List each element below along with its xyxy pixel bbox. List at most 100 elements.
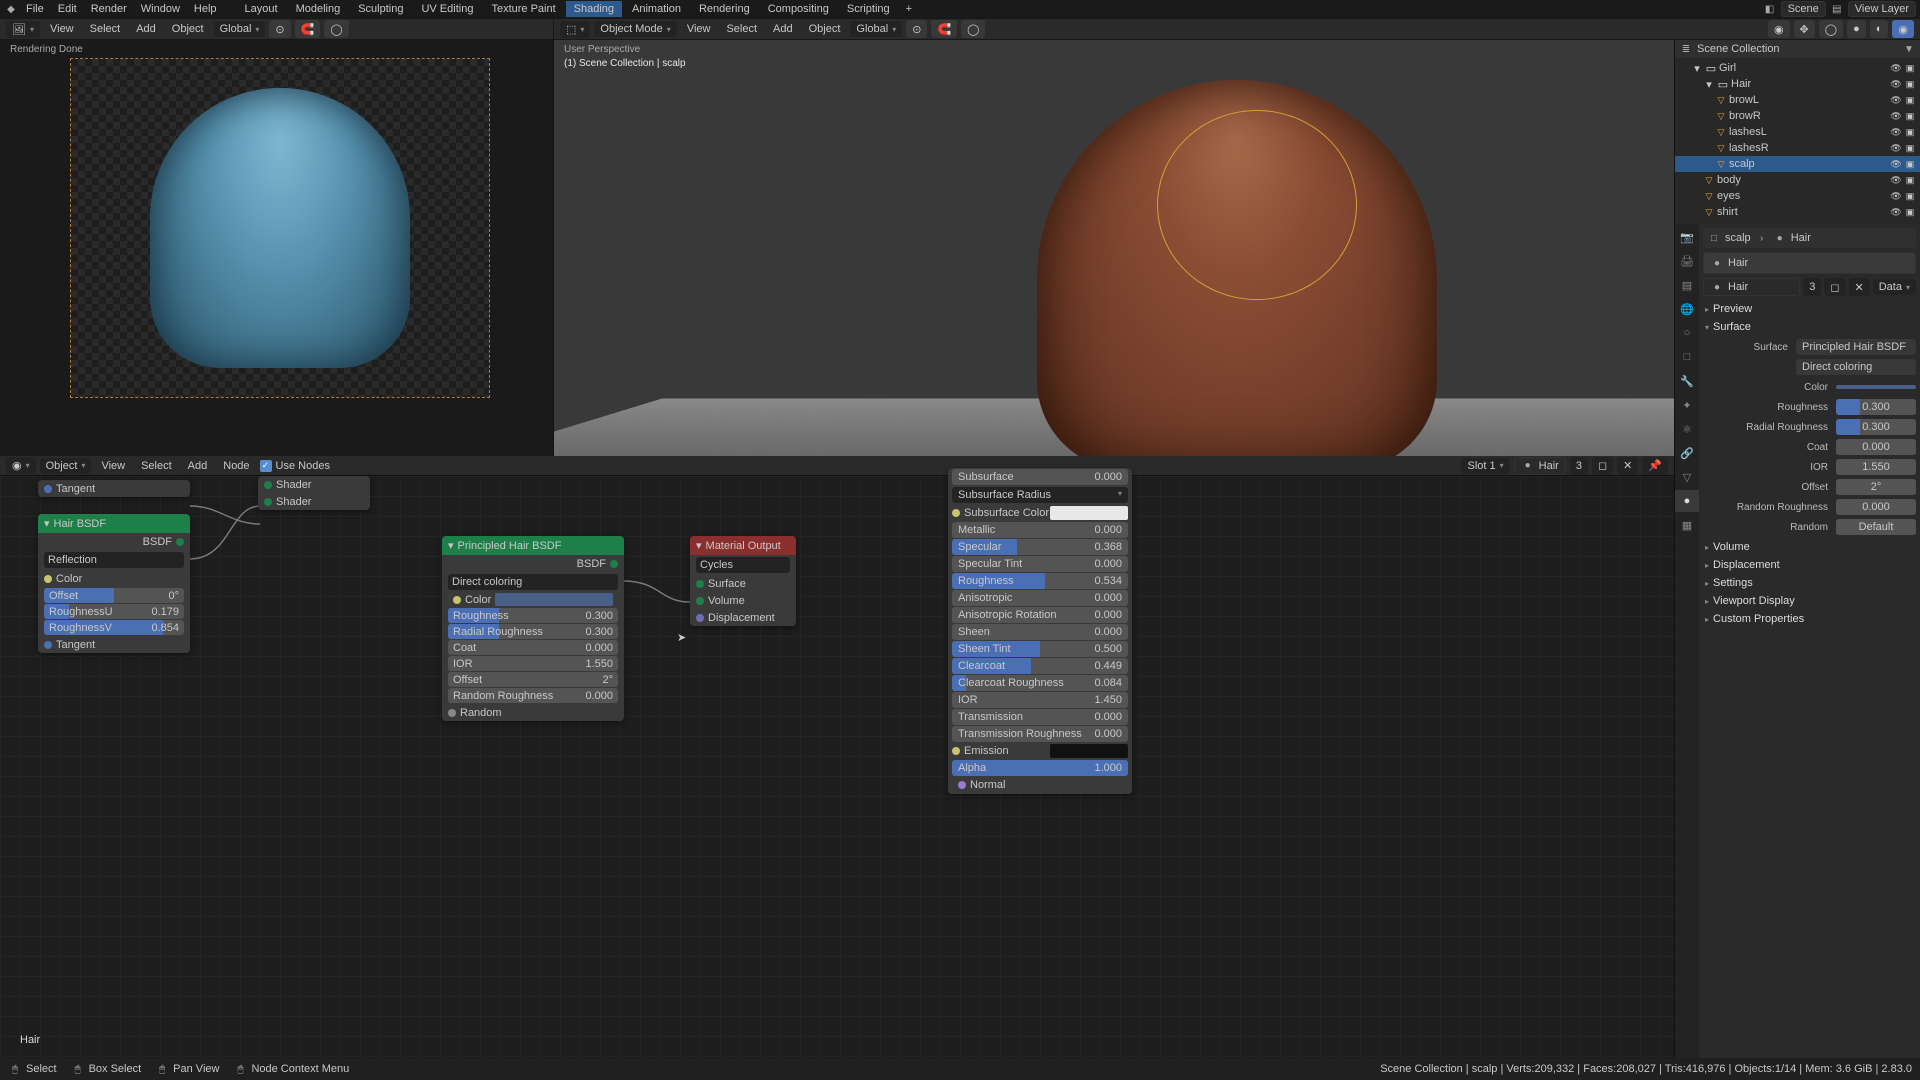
ws-script[interactable]: Scripting <box>839 1 898 17</box>
ne-view[interactable]: View <box>95 457 131 475</box>
gizmo-toggle[interactable]: ✥ <box>1794 20 1815 38</box>
ws-add[interactable]: + <box>900 1 918 17</box>
outliner-item-shirt[interactable]: ▽shirt👁▣ <box>1675 204 1920 220</box>
tab-render[interactable]: 📷 <box>1675 226 1699 248</box>
mode-selector[interactable]: Object Mode <box>594 21 676 37</box>
outliner-item-browR[interactable]: ▽browR👁▣ <box>1675 108 1920 124</box>
ws-comp[interactable]: Compositing <box>760 1 837 17</box>
node-tangent-top[interactable]: Tangent <box>38 480 190 497</box>
ws-texpaint[interactable]: Texture Paint <box>483 1 563 17</box>
node-material-output[interactable]: ▾Material Output Cycles SurfaceVolumeDis… <box>690 536 796 626</box>
outliner-item-lashesR[interactable]: ▽lashesR👁▣ <box>1675 140 1920 156</box>
outliner-item-lashesL[interactable]: ▽lashesL👁▣ <box>1675 124 1920 140</box>
proped-l[interactable]: ◯ <box>324 20 348 38</box>
menu-file[interactable]: File <box>20 1 50 17</box>
menu-edit[interactable]: Edit <box>52 1 83 17</box>
tab-material[interactable]: ● <box>1675 490 1699 512</box>
subsurf-radius[interactable]: Subsurface Radius <box>952 487 1128 503</box>
tab-viewlayer[interactable]: ▤ <box>1675 274 1699 296</box>
outliner-item-Hair[interactable]: ▾▭Hair👁▣ <box>1675 76 1920 92</box>
ne-slot[interactable]: Slot 1 <box>1461 458 1509 474</box>
panel-surface[interactable]: Surface <box>1703 318 1916 336</box>
ne-pin[interactable]: 📌 <box>1642 457 1668 475</box>
ws-modeling[interactable]: Modeling <box>288 1 349 17</box>
surface-shader[interactable]: Principled Hair BSDF <box>1796 339 1916 355</box>
pivot-l[interactable]: ⊙ <box>269 20 290 38</box>
filter-icon[interactable]: ▼ <box>1902 42 1916 56</box>
ne-object[interactable]: Object <box>40 458 92 474</box>
ne-add[interactable]: Add <box>182 457 214 475</box>
panel-viewport-display[interactable]: Viewport Display <box>1703 592 1916 610</box>
output-target[interactable]: Cycles <box>696 557 790 573</box>
editor-type-right[interactable]: ⬚ <box>560 21 590 38</box>
outliner-item-scalp[interactable]: ▽scalp👁▣ <box>1675 156 1920 172</box>
panel-settings[interactable]: Settings <box>1703 574 1916 592</box>
viewlayer-selector[interactable]: View Layer <box>1848 1 1916 17</box>
pivot-r[interactable]: ⊙ <box>906 20 927 38</box>
ne-select[interactable]: Select <box>135 457 178 475</box>
ne-matname[interactable]: ●Hair <box>1514 457 1566 475</box>
orientation-l[interactable]: Global <box>214 21 266 37</box>
ws-shading[interactable]: Shading <box>566 1 622 17</box>
mat-link[interactable]: Data <box>1873 279 1916 295</box>
hm-object-l[interactable]: Object <box>166 20 210 38</box>
tab-modifier[interactable]: 🔧 <box>1675 370 1699 392</box>
hm-add-l[interactable]: Add <box>130 20 162 38</box>
use-nodes-check[interactable]: ✓ <box>260 460 272 472</box>
panel-custom-properties[interactable]: Custom Properties <box>1703 610 1916 628</box>
tab-constraint[interactable]: 🔗 <box>1675 442 1699 464</box>
ne-users[interactable]: 3 <box>1570 457 1588 475</box>
hm-object-r[interactable]: Object <box>803 20 847 38</box>
outliner-item-body[interactable]: ▽body👁▣ <box>1675 172 1920 188</box>
mat-name-field[interactable]: ●Hair <box>1703 278 1800 296</box>
panel-volume[interactable]: Volume <box>1703 538 1916 556</box>
hair-mode-select[interactable]: Reflection <box>44 552 184 568</box>
menu-render[interactable]: Render <box>85 1 133 17</box>
phair-mode[interactable]: Direct coloring <box>448 574 618 590</box>
snap-l[interactable]: 🧲 <box>295 20 321 38</box>
ne-unlink[interactable]: ✕ <box>1617 457 1638 475</box>
editor-type-left[interactable]: 🖼 <box>6 21 40 38</box>
tab-mesh[interactable]: ▽ <box>1675 466 1699 488</box>
material-slot[interactable]: ●Hair <box>1703 252 1916 274</box>
tab-object[interactable]: □ <box>1675 346 1699 368</box>
proped-r[interactable]: ◯ <box>961 20 985 38</box>
hm-add-r[interactable]: Add <box>767 20 799 38</box>
ws-layout[interactable]: Layout <box>237 1 286 17</box>
tab-texture[interactable]: ▦ <box>1675 514 1699 536</box>
outliner-item-Girl[interactable]: ▾▭Girl👁▣ <box>1675 60 1920 76</box>
outliner-item-eyes[interactable]: ▽eyes👁▣ <box>1675 188 1920 204</box>
ws-sculpting[interactable]: Sculpting <box>350 1 411 17</box>
hm-select-r[interactable]: Select <box>720 20 763 38</box>
mat-new[interactable]: ◻ <box>1824 278 1845 296</box>
panel-displacement[interactable]: Displacement <box>1703 556 1916 574</box>
mat-users[interactable]: 3 <box>1803 278 1821 296</box>
tab-world[interactable]: ○ <box>1675 322 1699 344</box>
ws-uv[interactable]: UV Editing <box>413 1 481 17</box>
tab-output[interactable]: 🖨 <box>1675 250 1699 272</box>
node-principled-bsdf[interactable]: Subsurface0.000 Subsurface Radius Subsur… <box>948 468 1132 794</box>
shade-matprev[interactable]: ◐ <box>1870 20 1889 38</box>
panel-preview[interactable]: Preview <box>1703 300 1916 318</box>
scene-selector[interactable]: Scene <box>1781 1 1826 17</box>
phair-color[interactable] <box>495 593 613 606</box>
ne-node[interactable]: Node <box>217 457 255 475</box>
node-editor[interactable]: ◉ Object View Select Add Node ✓ Use Node… <box>0 456 1674 1058</box>
shade-wire[interactable]: ◯ <box>1819 20 1843 38</box>
hm-select-l[interactable]: Select <box>84 20 127 38</box>
menu-window[interactable]: Window <box>135 1 186 17</box>
shade-solid[interactable]: ● <box>1847 20 1866 38</box>
ne-new[interactable]: ◻ <box>1592 457 1613 475</box>
tab-scene[interactable]: 🌐 <box>1675 298 1699 320</box>
orientation-r[interactable]: Global <box>850 21 902 37</box>
ws-rendering[interactable]: Rendering <box>691 1 758 17</box>
outliner-item-browL[interactable]: ▽browL👁▣ <box>1675 92 1920 108</box>
mat-unlink[interactable]: ✕ <box>1849 278 1870 296</box>
node-mix-shader[interactable]: Shader Shader <box>258 476 370 510</box>
snap-r[interactable]: 🧲 <box>931 20 957 38</box>
ws-anim[interactable]: Animation <box>624 1 689 17</box>
hm-view-r[interactable]: View <box>681 20 717 38</box>
tab-particle[interactable]: ✦ <box>1675 394 1699 416</box>
node-principled-hair[interactable]: ▾Principled Hair BSDF BSDF Direct colori… <box>442 536 624 721</box>
hair-mode[interactable]: Direct coloring <box>1796 359 1916 375</box>
